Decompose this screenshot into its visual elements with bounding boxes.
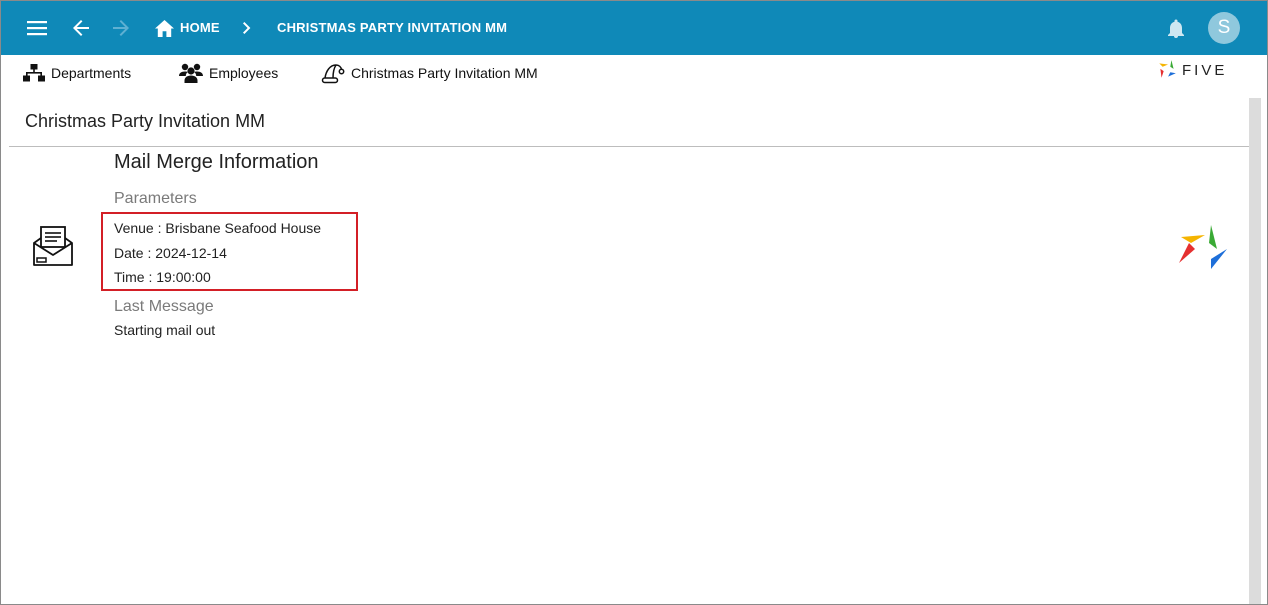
five-logo-text: FIVE [1182, 61, 1228, 79]
app-window: HOME CHRISTMAS PARTY INVITATION MM S Dep… [0, 0, 1268, 605]
last-message-label: Last Message [114, 298, 214, 315]
vertical-scrollbar[interactable] [1249, 98, 1261, 604]
breadcrumb-current-page[interactable]: CHRISTMAS PARTY INVITATION MM [277, 20, 507, 35]
mail-merge-heading: Mail Merge Information [114, 151, 319, 173]
notification-bell-icon[interactable] [1164, 1, 1188, 55]
app-bar: HOME CHRISTMAS PARTY INVITATION MM S [1, 1, 1267, 55]
divider [9, 146, 1249, 147]
five-pinwheel-icon [1175, 223, 1229, 282]
user-avatar[interactable]: S [1208, 12, 1240, 44]
five-pinwheel-icon [1159, 60, 1176, 78]
toolbar: Departments Employees Christmas Party In… [1, 55, 1267, 91]
toolbar-item-label: Christmas Party Invitation MM [351, 65, 538, 81]
toolbar-item-label: Departments [51, 65, 132, 81]
menu-icon[interactable] [23, 1, 51, 55]
parameter-venue: Venue : Brisbane Seafood House [114, 220, 322, 236]
toolbar-item-label: Employees [209, 65, 279, 81]
toolbar-item-employees[interactable]: Employees [179, 60, 278, 86]
forward-arrow-icon[interactable] [107, 1, 135, 55]
parameter-time: Time : 19:00:00 [114, 269, 211, 285]
santa-hat-icon [321, 62, 345, 84]
people-icon [179, 63, 203, 83]
home-icon[interactable] [153, 1, 175, 55]
org-chart-icon [23, 64, 45, 82]
breadcrumb-home[interactable]: HOME [180, 20, 220, 35]
five-logo: FIVE [1156, 59, 1227, 81]
mail-merge-envelope-icon [31, 225, 75, 274]
toolbar-item-christmas-party-invitation-mm[interactable]: Christmas Party Invitation MM [321, 60, 538, 86]
page-title: Christmas Party Invitation MM [25, 111, 266, 131]
parameter-date: Date : 2024-12-14 [114, 245, 227, 261]
parameters-label: Parameters [114, 190, 197, 207]
last-message-value: Starting mail out [114, 322, 216, 338]
chevron-right-icon [239, 1, 255, 55]
toolbar-item-departments[interactable]: Departments [23, 60, 131, 86]
back-arrow-icon[interactable] [67, 1, 95, 55]
